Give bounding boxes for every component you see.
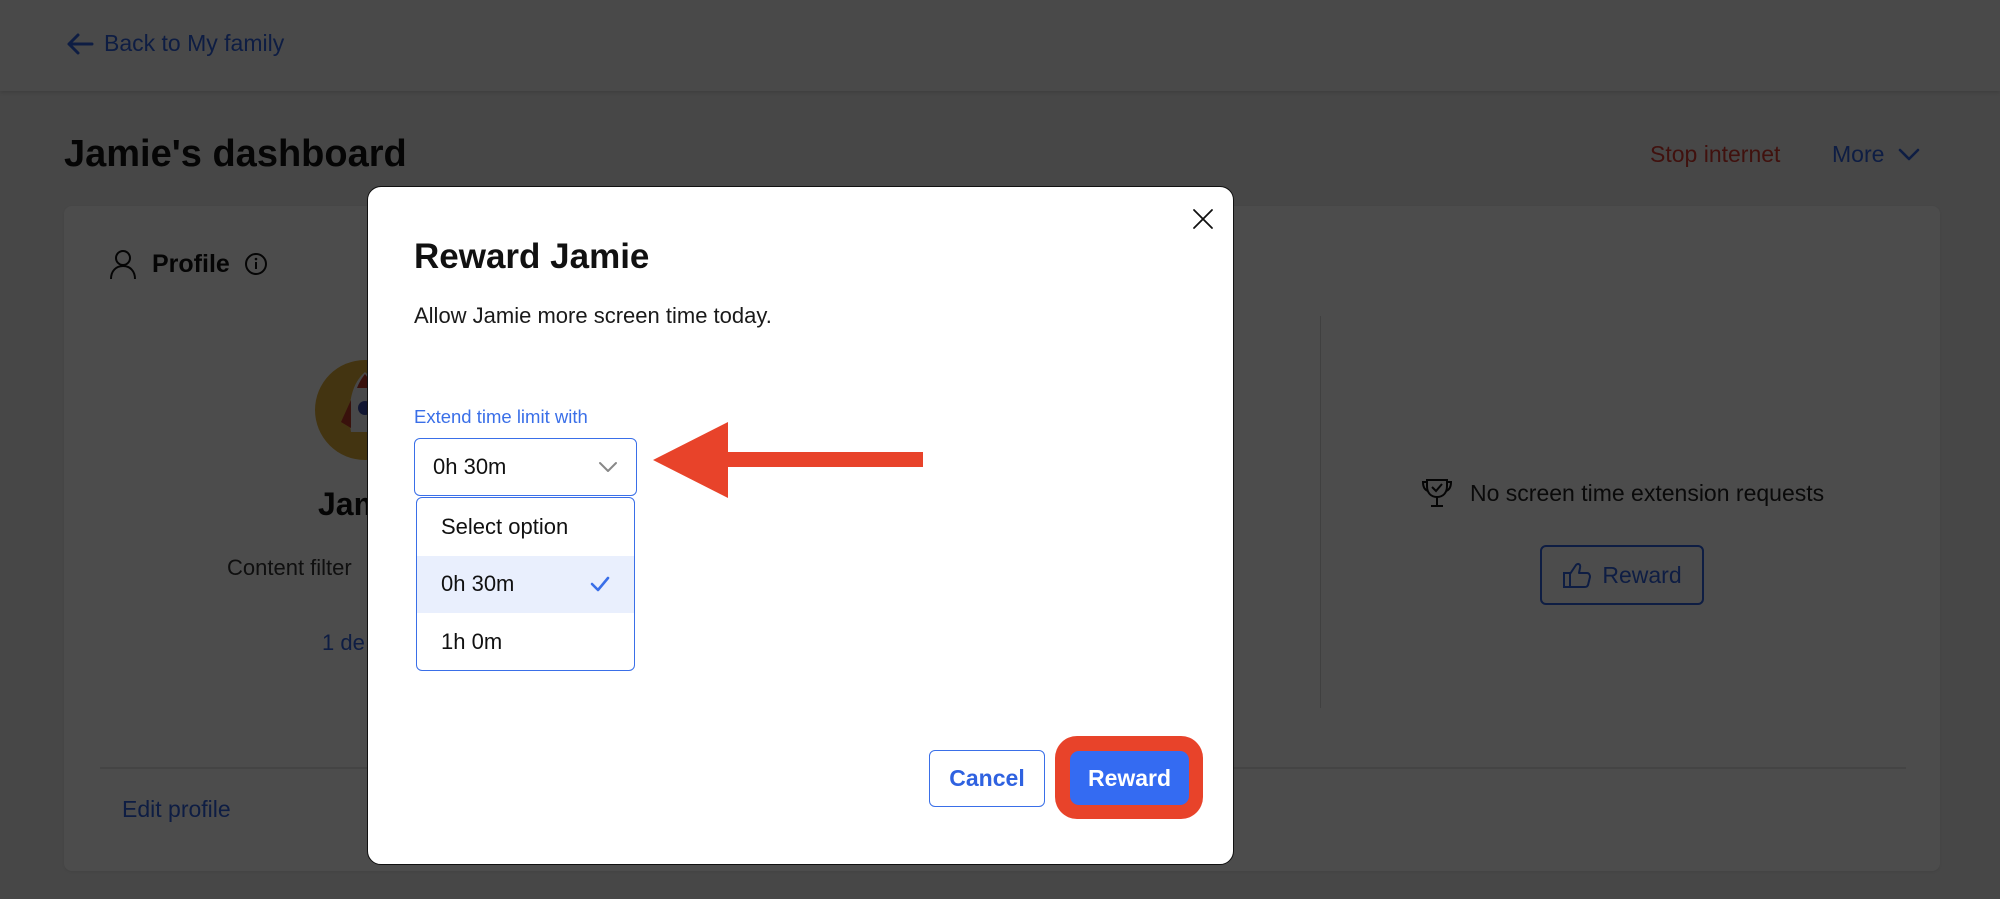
extend-time-label: Extend time limit with — [414, 406, 588, 427]
option-0h-30m[interactable]: 0h 30m — [417, 555, 634, 613]
extend-time-select[interactable]: 0h 30m — [414, 438, 637, 496]
option-1h-0m[interactable]: 1h 0m — [417, 613, 634, 670]
extend-time-options: Select option 0h 30m 1h 0m — [416, 497, 635, 671]
cancel-button[interactable]: Cancel — [929, 750, 1045, 807]
chevron-down-icon — [599, 462, 617, 472]
annotation-arrow-icon — [653, 422, 923, 498]
option-label: 0h 30m — [441, 571, 515, 597]
select-value: 0h 30m — [433, 454, 507, 479]
option-label: 1h 0m — [441, 628, 503, 654]
dialog-subtitle: Allow Jamie more screen time today. — [414, 303, 772, 328]
reward-dialog: Reward Jamie Allow Jamie more screen tim… — [367, 186, 1234, 865]
close-icon[interactable] — [1192, 208, 1214, 230]
option-select-option[interactable]: Select option — [417, 498, 634, 556]
option-label: Select option — [441, 513, 569, 539]
dialog-title: Reward Jamie — [414, 237, 650, 276]
reward-confirm-button[interactable]: Reward — [1070, 751, 1189, 805]
checkmark-icon — [590, 576, 610, 592]
